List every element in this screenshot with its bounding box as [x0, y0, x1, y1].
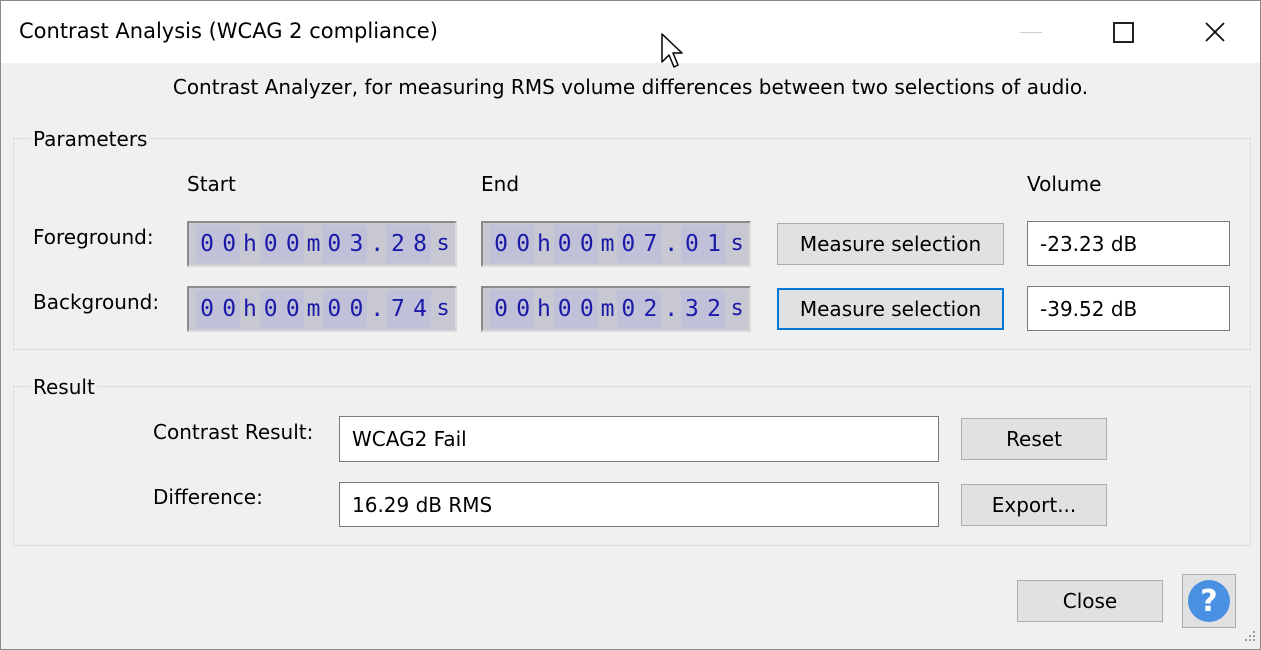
time-digit: s: [436, 296, 450, 321]
time-digit: 0: [512, 290, 535, 328]
minimize-button[interactable]: [985, 1, 1077, 63]
maximize-icon: [1112, 21, 1134, 43]
background-measure-selection-button[interactable]: Measure selection: [777, 288, 1004, 330]
time-digit: s: [730, 231, 744, 256]
difference-label: Difference:: [153, 485, 263, 509]
title-bar: Contrast Analysis (WCAG 2 compliance): [1, 1, 1260, 63]
time-digit: 0: [512, 225, 535, 263]
dialog-description: Contrast Analyzer, for measuring RMS vol…: [172, 75, 1089, 99]
time-digit: 0: [345, 290, 368, 328]
background-volume-field[interactable]: -39.52 dB: [1027, 286, 1230, 331]
time-digit: 0: [323, 290, 346, 328]
time-digit: h: [243, 231, 257, 257]
foreground-end-time[interactable]: 00h00m07.01s: [481, 221, 751, 267]
time-digit: 7: [386, 290, 409, 328]
time-digit: 0: [617, 225, 640, 263]
time-digit: 7: [639, 225, 662, 263]
background-label: Background:: [33, 290, 160, 314]
foreground-label: Foreground:: [33, 225, 154, 249]
time-digit: 4: [408, 290, 432, 328]
contrast-result-label: Contrast Result:: [153, 420, 314, 444]
time-digit: 8: [408, 225, 432, 263]
time-digit: 0: [196, 290, 219, 328]
foreground-volume-field[interactable]: -23.23 dB: [1027, 221, 1230, 266]
time-digit: .: [664, 296, 679, 322]
time-digit: .: [370, 296, 385, 322]
time-digit: .: [664, 231, 679, 257]
close-window-button[interactable]: [1169, 1, 1261, 63]
time-digit: s: [436, 231, 450, 256]
window-title: Contrast Analysis (WCAG 2 compliance): [19, 19, 438, 43]
time-digit: 2: [386, 225, 409, 263]
time-digit: 3: [680, 290, 703, 328]
maximize-button[interactable]: [1077, 1, 1169, 63]
time-digit: .: [370, 231, 385, 257]
parameters-group-label: Parameters: [31, 127, 150, 151]
time-digit: m: [600, 231, 615, 257]
close-button[interactable]: Close: [1017, 580, 1163, 622]
time-digit: 0: [281, 225, 304, 263]
time-digit: 0: [259, 290, 282, 328]
time-digit: 2: [639, 290, 662, 328]
time-digit: 0: [218, 290, 241, 328]
time-digit: m: [306, 296, 321, 322]
time-digit: 0: [259, 225, 282, 263]
time-digit: 0: [553, 225, 576, 263]
volume-column-header: Volume: [1027, 172, 1102, 196]
time-digit: 0: [490, 290, 513, 328]
close-icon: [1205, 22, 1225, 42]
difference-field[interactable]: 16.29 dB RMS: [339, 482, 939, 527]
time-digit: 1: [702, 225, 726, 263]
time-digit: s: [730, 296, 744, 321]
contrast-result-field[interactable]: WCAG2 Fail: [339, 416, 939, 462]
reset-button[interactable]: Reset: [961, 418, 1107, 460]
contrast-analysis-dialog: Contrast Analysis (WCAG 2 compliance) Co…: [0, 0, 1261, 650]
time-digit: 2: [702, 290, 726, 328]
end-column-header: End: [481, 172, 520, 196]
time-digit: h: [243, 296, 257, 322]
foreground-start-time[interactable]: 00h00m03.28s: [187, 221, 457, 267]
time-digit: 0: [617, 290, 640, 328]
help-button[interactable]: ?: [1182, 574, 1236, 628]
time-digit: 0: [575, 225, 598, 263]
minimize-icon: [1020, 31, 1042, 33]
export-button[interactable]: Export...: [961, 484, 1107, 526]
background-end-time[interactable]: 00h00m02.32s: [481, 286, 751, 332]
time-digit: 0: [680, 225, 703, 263]
time-digit: 3: [345, 225, 368, 263]
time-digit: 0: [575, 290, 598, 328]
resize-grip-icon[interactable]: [1241, 629, 1257, 645]
time-digit: 0: [490, 225, 513, 263]
time-digit: 0: [553, 290, 576, 328]
time-digit: 0: [218, 225, 241, 263]
help-icon: ?: [1188, 580, 1230, 622]
mouse-cursor-icon: [661, 33, 683, 68]
time-digit: m: [600, 296, 615, 322]
result-group-label: Result: [31, 375, 97, 399]
time-digit: h: [537, 231, 551, 257]
time-digit: m: [306, 231, 321, 257]
time-digit: h: [537, 296, 551, 322]
background-start-time[interactable]: 00h00m00.74s: [187, 286, 457, 332]
start-column-header: Start: [187, 172, 236, 196]
time-digit: 0: [323, 225, 346, 263]
time-digit: 0: [196, 225, 219, 263]
time-digit: 0: [281, 290, 304, 328]
foreground-measure-selection-button[interactable]: Measure selection: [777, 223, 1004, 265]
